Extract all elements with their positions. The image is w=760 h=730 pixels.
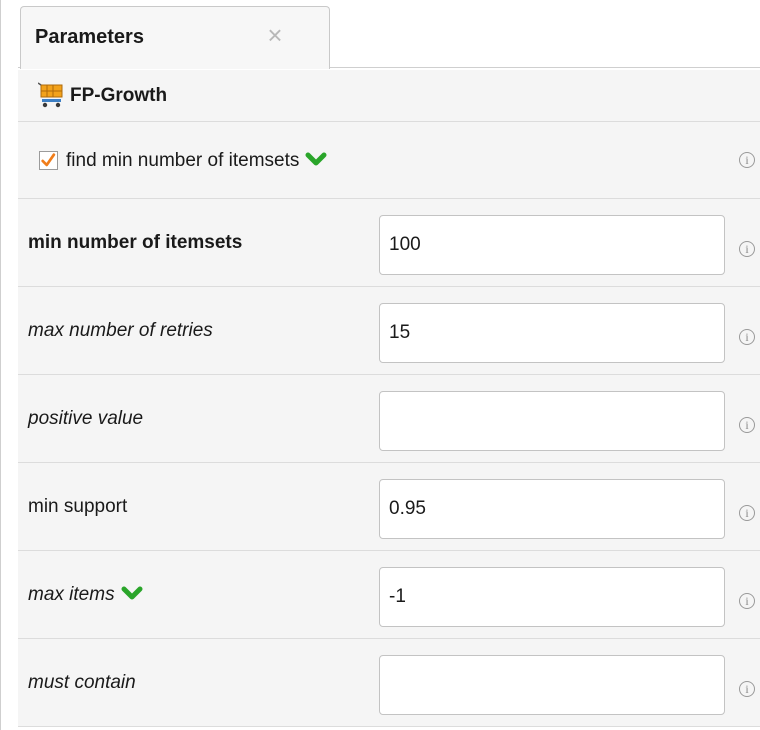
min-number-of-itemsets-input[interactable] bbox=[379, 215, 725, 275]
param-label: must contain bbox=[28, 672, 136, 693]
param-row-positive-value: positive value i bbox=[18, 375, 760, 463]
info-icon[interactable]: i bbox=[739, 681, 755, 697]
info-icon[interactable]: i bbox=[739, 417, 755, 433]
positive-value-input[interactable] bbox=[379, 391, 725, 451]
info-icon[interactable]: i bbox=[739, 505, 755, 521]
chevron-down-icon[interactable] bbox=[121, 585, 143, 601]
info-icon[interactable]: i bbox=[739, 329, 755, 345]
shopping-cart-icon bbox=[38, 82, 63, 108]
param-label: max items bbox=[28, 551, 143, 639]
find-min-itemsets-label: find min number of itemsets bbox=[66, 122, 327, 199]
close-icon[interactable]: × bbox=[259, 19, 291, 51]
must-contain-input[interactable] bbox=[379, 655, 725, 715]
find-min-itemsets-label-text: find min number of itemsets bbox=[66, 150, 300, 171]
chevron-down-icon[interactable] bbox=[305, 151, 327, 167]
info-icon[interactable]: i bbox=[739, 241, 755, 257]
checkmark-icon bbox=[41, 153, 56, 167]
tab-label: Parameters bbox=[35, 26, 144, 48]
max-items-label-text: max items bbox=[28, 584, 115, 605]
parameters-panel: Parameters × FP-Growth find min number o… bbox=[0, 0, 760, 730]
param-row-must-contain: must contain i bbox=[18, 639, 760, 727]
info-icon[interactable]: i bbox=[739, 152, 755, 168]
param-label: positive value bbox=[28, 408, 144, 429]
operator-name: FP-Growth bbox=[70, 85, 168, 106]
tab-bar: Parameters × bbox=[18, 0, 760, 69]
param-label: min support bbox=[28, 496, 128, 517]
param-row-min-support: min support i bbox=[18, 463, 760, 551]
max-number-of-retries-input[interactable] bbox=[379, 303, 725, 363]
info-icon[interactable]: i bbox=[739, 593, 755, 609]
find-min-itemsets-checkbox[interactable] bbox=[39, 151, 58, 170]
param-row-max-number-of-retries: max number of retries i bbox=[18, 287, 760, 375]
tab-parameters[interactable]: Parameters × bbox=[20, 6, 330, 69]
param-row-min-number-of-itemsets: min number of itemsets i bbox=[18, 199, 760, 287]
param-label: min number of itemsets bbox=[28, 232, 243, 253]
operator-header: FP-Growth bbox=[18, 70, 760, 122]
param-label: max number of retries bbox=[28, 320, 213, 341]
max-items-input[interactable] bbox=[379, 567, 725, 627]
min-support-input[interactable] bbox=[379, 479, 725, 539]
param-row-max-items: max items i bbox=[18, 551, 760, 639]
param-row-find-min-number-of-itemsets: find min number of itemsets i bbox=[18, 122, 760, 199]
